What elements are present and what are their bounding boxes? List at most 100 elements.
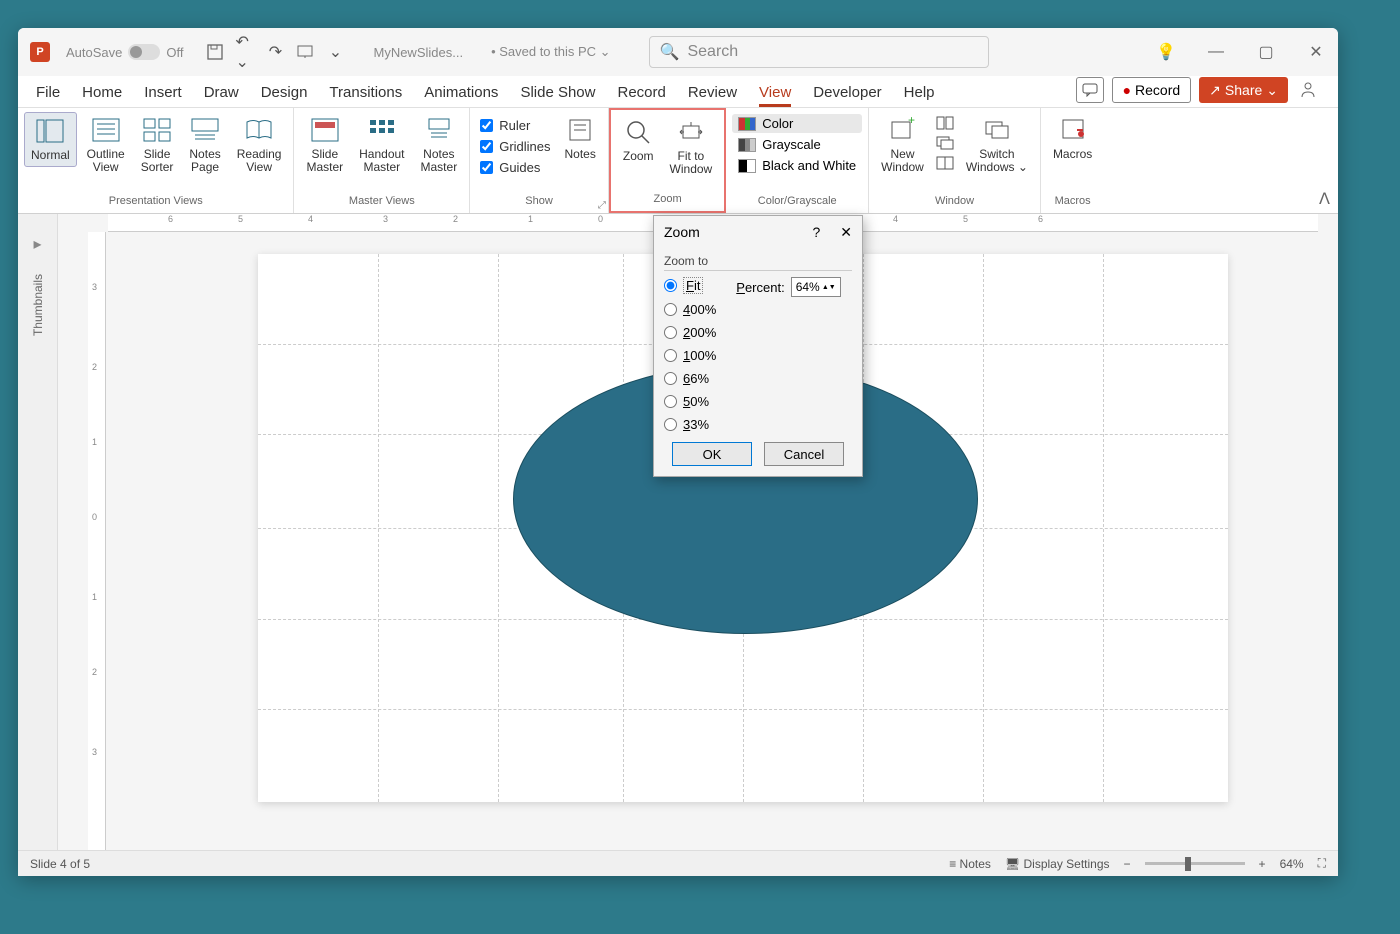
tab-file[interactable]: File (36, 84, 60, 107)
tab-help[interactable]: Help (904, 84, 935, 107)
save-icon[interactable] (205, 42, 225, 62)
zoom-66-radio[interactable]: 66% (664, 371, 716, 386)
maximize-icon[interactable]: ▢ (1256, 42, 1276, 62)
macros-button[interactable]: Macros (1047, 112, 1098, 165)
search-icon: 🔍 (660, 42, 680, 62)
save-status[interactable]: • Saved to this PC ⌄ (491, 44, 611, 60)
qat-more-icon[interactable]: ⌄ (325, 42, 345, 62)
group-window: +New Window Switch Windows ⌄ Window (869, 108, 1041, 213)
group-label: Presentation Views (24, 195, 287, 211)
slide-count[interactable]: Slide 4 of 5 (30, 857, 90, 871)
ruler-vertical: 3210123 (88, 232, 106, 850)
tab-insert[interactable]: Insert (144, 84, 182, 107)
help-icon[interactable]: ? (812, 224, 820, 241)
percent-label: Percent: (736, 280, 784, 295)
share-button[interactable]: ↗ Share ⌄ (1199, 77, 1288, 103)
fit-to-window-button[interactable]: Fit to Window (664, 114, 719, 180)
search-input[interactable]: 🔍 Search (649, 36, 989, 68)
percent-input[interactable]: 64%▲▼ (791, 277, 841, 297)
slide-master-button[interactable]: Slide Master (300, 112, 349, 178)
group-master-views: Slide Master Handout Master Notes Master… (294, 108, 470, 213)
svg-text:+: + (908, 116, 915, 127)
handout-master-button[interactable]: Handout Master (353, 112, 410, 178)
toggle-icon[interactable] (128, 44, 160, 60)
group-zoom: Zoom Fit to Window Zoom (609, 108, 726, 213)
zoom-400-radio[interactable]: 400% (664, 302, 716, 317)
reading-view-button[interactable]: Reading View (231, 112, 288, 178)
color-button[interactable]: Color (732, 114, 862, 133)
normal-button[interactable]: Normal (24, 112, 77, 167)
zoom-33-radio[interactable]: 33% (664, 417, 716, 432)
tab-home[interactable]: Home (82, 84, 122, 107)
ok-button[interactable]: OK (672, 442, 752, 466)
display-settings-button[interactable]: 🖥 Display Settings (1005, 857, 1110, 871)
zoom-100-radio[interactable]: 100% (664, 348, 716, 363)
statusbar: Slide 4 of 5 ≡ Notes 🖥 Display Settings … (18, 850, 1338, 876)
lightbulb-icon[interactable]: 💡 (1156, 42, 1176, 62)
group-presentation-views: Normal Outline View Slide Sorter Notes P… (18, 108, 294, 213)
redo-icon[interactable]: ↷ (265, 42, 285, 62)
ribbon-tabs: File Home Insert Draw Design Transitions… (18, 76, 1338, 108)
new-window-button[interactable]: +New Window (875, 112, 930, 178)
tab-review[interactable]: Review (688, 84, 737, 107)
minimize-icon[interactable]: — (1206, 42, 1226, 62)
tab-view[interactable]: View (759, 84, 791, 107)
tab-record[interactable]: Record (617, 84, 665, 107)
zoom-slider[interactable] (1145, 862, 1245, 865)
zoom-dialog: Zoom ? ✕ Zoom to Fit 400% 200% 100% 66% … (653, 215, 863, 477)
record-button[interactable]: ●Record (1112, 77, 1192, 103)
quick-access-toolbar: ↶ ⌄ ↷ ⌄ (205, 42, 345, 62)
zoom-percent[interactable]: 64% (1280, 857, 1304, 871)
ruler-checkbox[interactable]: Ruler (476, 116, 554, 135)
collapse-ribbon-icon[interactable]: ᐱ (1319, 189, 1330, 209)
group-color-grayscale: Color Grayscale Black and White Color/Gr… (726, 108, 869, 213)
autosave-toggle[interactable]: AutoSave Off (66, 44, 183, 60)
dialog-close-icon[interactable]: ✕ (840, 224, 852, 241)
comments-button[interactable] (1076, 77, 1104, 103)
close-icon[interactable]: ✕ (1306, 42, 1326, 62)
tab-slideshow[interactable]: Slide Show (520, 84, 595, 107)
present-icon[interactable] (295, 42, 315, 62)
dialog-launcher-icon[interactable]: ⤢ (598, 200, 606, 211)
zoom-out-icon[interactable]: − (1124, 857, 1131, 871)
dialog-titlebar[interactable]: Zoom ? ✕ (654, 216, 862, 248)
autosave-state: Off (166, 45, 183, 60)
zoom-200-radio[interactable]: 200% (664, 325, 716, 340)
guides-checkbox[interactable]: Guides (476, 158, 554, 177)
fit-slide-icon[interactable]: ⛶ (1318, 856, 1326, 871)
black-white-button[interactable]: Black and White (732, 156, 862, 175)
titlebar: P AutoSave Off ↶ ⌄ ↷ ⌄ MyNewSlides... • … (18, 28, 1338, 76)
tab-transitions[interactable]: Transitions (329, 84, 402, 107)
tab-draw[interactable]: Draw (204, 84, 239, 107)
group-show: Ruler Gridlines Guides Notes Show ⤢ (470, 108, 609, 213)
notes-master-button[interactable]: Notes Master (415, 112, 464, 178)
notes-page-button[interactable]: Notes Page (183, 112, 226, 178)
thumbnails-panel[interactable]: ▸ Thumbnails (18, 214, 58, 850)
zoom-fit-radio[interactable]: Fit (664, 277, 716, 294)
zoom-50-radio[interactable]: 50% (664, 394, 716, 409)
move-split-icon[interactable] (934, 154, 956, 172)
arrange-all-icon[interactable] (934, 114, 956, 132)
notes-toggle[interactable]: ≡ Notes (949, 857, 991, 871)
ribbon: Normal Outline View Slide Sorter Notes P… (18, 108, 1338, 214)
thumbnails-label: Thumbnails (31, 274, 45, 336)
cascade-icon[interactable] (934, 134, 956, 152)
mode-icon[interactable] (1296, 78, 1320, 102)
undo-icon[interactable]: ↶ ⌄ (235, 42, 255, 62)
cancel-button[interactable]: Cancel (764, 442, 844, 466)
expand-icon[interactable]: ▸ (33, 234, 41, 254)
switch-windows-button[interactable]: Switch Windows ⌄ (960, 112, 1034, 178)
grayscale-button[interactable]: Grayscale (732, 135, 862, 154)
search-placeholder: Search (687, 43, 738, 61)
slide-sorter-button[interactable]: Slide Sorter (135, 112, 180, 178)
tab-developer[interactable]: Developer (813, 84, 881, 107)
autosave-label: AutoSave (66, 45, 122, 60)
tab-design[interactable]: Design (261, 84, 308, 107)
outline-view-button[interactable]: Outline View (81, 112, 131, 178)
zoom-in-icon[interactable]: + (1259, 857, 1266, 871)
tab-animations[interactable]: Animations (424, 84, 498, 107)
gridlines-checkbox[interactable]: Gridlines (476, 137, 554, 156)
zoom-to-label: Zoom to (664, 254, 852, 271)
zoom-button[interactable]: Zoom (617, 114, 660, 167)
notes-button[interactable]: Notes (559, 112, 602, 165)
